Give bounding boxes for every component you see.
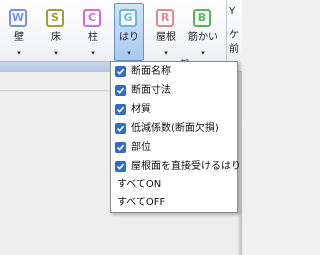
checkbox-checked-icon (115, 85, 126, 96)
menu-item-part[interactable]: 部位 (111, 139, 237, 157)
chevron-down-icon: ▾ (54, 49, 58, 57)
menu-item-material[interactable]: 材質 (111, 101, 237, 119)
menu-item-label: 部位 (131, 142, 151, 153)
menu-item-section-size[interactable]: 断面寸法 (111, 82, 237, 100)
checkbox-checked-icon (115, 142, 126, 153)
menu-item-label: 断面名称 (131, 66, 171, 77)
roof-icon: R (156, 9, 174, 27)
menu-item-label: 材質 (131, 104, 151, 115)
chevron-down-icon: ▾ (201, 49, 205, 57)
checkbox-checked-icon (115, 123, 126, 134)
checkbox-checked-icon (115, 104, 126, 115)
clipped-text: 前 (229, 44, 239, 55)
floor-button[interactable]: S 床 ▾ (41, 3, 71, 61)
column-button[interactable]: C 柱 ▾ (78, 3, 108, 61)
chevron-down-icon: ▾ (17, 49, 21, 57)
beam-display-menu: 断面名称 断面寸法 材質 低減係数(断面欠損) 部位 屋根面を直接受けるはり す… (110, 61, 241, 213)
roof-label: 屋根 (156, 32, 176, 43)
beam-label: はり (119, 32, 139, 43)
column-label: 柱 (88, 32, 98, 43)
menu-item-label: 屋根面を直接受けるはり (131, 161, 241, 172)
menu-item-all-on[interactable]: すべてON (111, 176, 237, 194)
wall-label: 壁 (14, 32, 24, 43)
checkbox-checked-icon (115, 161, 126, 172)
beam-icon: G (119, 9, 137, 27)
menu-item-label: 低減係数(断面欠損) (131, 123, 219, 134)
menu-item-label: 断面寸法 (131, 85, 171, 96)
clipped-text: ケ (229, 30, 239, 41)
checkbox-checked-icon (115, 66, 126, 77)
brace-label: 筋かい (188, 32, 218, 43)
roof-button[interactable]: R 屋根 ▾ (151, 3, 181, 61)
menu-item-all-off[interactable]: すべてOFF (111, 194, 237, 212)
column-icon: C (83, 9, 101, 27)
menu-item-reduction-factor[interactable]: 低減係数(断面欠損) (111, 120, 237, 138)
wall-icon: W (9, 9, 27, 27)
chevron-down-icon: ▾ (91, 49, 95, 57)
chevron-down-icon: ▾ (127, 49, 131, 57)
menu-item-roof-beam[interactable]: 屋根面を直接受けるはり (111, 158, 241, 176)
brace-button[interactable]: B 筋かい ▾ (188, 3, 218, 61)
chevron-down-icon: ▾ (164, 49, 168, 57)
clipped-text: Y (229, 6, 236, 17)
brace-icon: B (193, 9, 211, 27)
wall-button[interactable]: W 壁 ▾ (4, 3, 34, 61)
menu-item-section-name[interactable]: 断面名称 (111, 63, 237, 81)
floor-label: 床 (51, 32, 61, 43)
floor-icon: S (46, 9, 64, 27)
menu-item-label: すべてON (117, 179, 162, 190)
menu-item-label: すべてOFF (117, 197, 166, 208)
beam-button[interactable]: G はり ▾ (114, 3, 144, 61)
